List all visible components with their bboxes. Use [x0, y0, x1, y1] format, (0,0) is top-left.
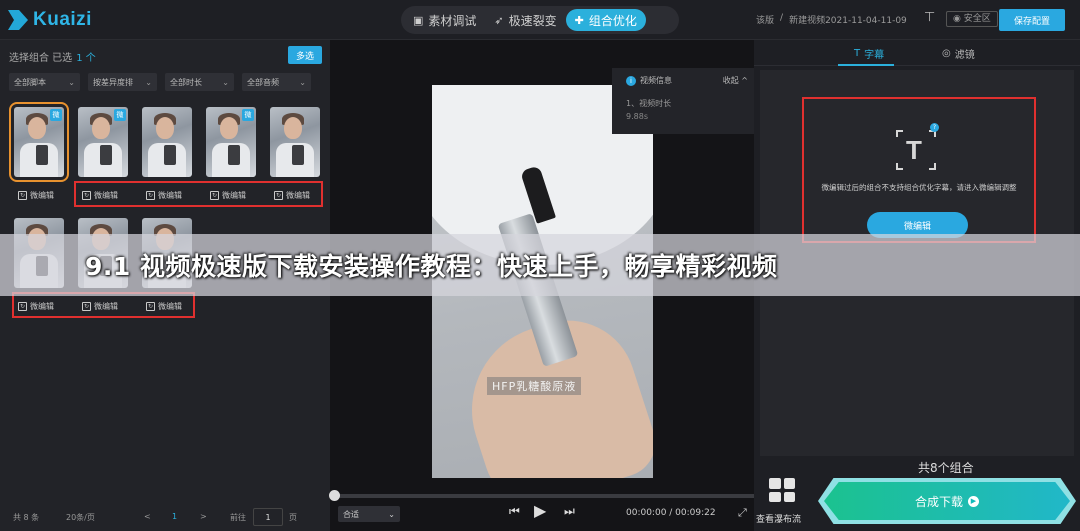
rocket-icon: ➶ [494, 13, 504, 27]
fullscreen-icon[interactable]: ⤢ [738, 506, 747, 520]
combination-thumbnail[interactable]: 微 [9, 102, 69, 182]
edit-icon: ↻ [18, 190, 27, 200]
goto-label: 前往 [230, 513, 246, 522]
filter-icon: ◎ [942, 48, 951, 59]
next-page-button[interactable]: > [200, 512, 207, 521]
mode-tab-fission[interactable]: ➶ 极速裂变 [485, 9, 565, 31]
selection-status: 选择组合 已选 1 个 [9, 49, 96, 64]
combination-thumbnail[interactable]: 微 [78, 107, 128, 177]
filter-label: 全部脚本 [14, 77, 46, 87]
video-subtitle: HFP乳糖酸原液 [487, 377, 582, 395]
chevron-down-icon: ⌄ [388, 509, 395, 519]
video-info-panel: i 视频信息 收起 ^ 1、视频时长 9.88s [612, 68, 754, 134]
combination-thumbnail[interactable] [270, 107, 320, 177]
selection-count: 1 个 [76, 53, 96, 64]
page-size-select[interactable]: 20条/页 [66, 512, 95, 523]
download-label: 合成下载 [914, 494, 963, 509]
breadcrumb-root[interactable]: 该版 [756, 13, 774, 26]
pin-icon[interactable]: ⊤ [924, 10, 935, 25]
tab-filter[interactable]: ◎ 滤镜 [942, 46, 975, 61]
waterfall-view-button[interactable]: 查看瀑布流 [756, 512, 801, 525]
micro-edit-link[interactable]: ↻ 微编辑 [18, 188, 54, 202]
combination-count: 共8个组合 [918, 461, 974, 475]
total-count: 共 8 条 [13, 513, 40, 522]
app-name: Kuaizi [33, 9, 92, 30]
collapse-button[interactable]: 收起 ^ [723, 75, 748, 86]
next-icon[interactable]: ⏭ [564, 504, 575, 519]
duration-filter[interactable]: 全部时长 ⌄ [165, 73, 234, 91]
subtitle-placeholder-icon: T ? [896, 123, 939, 170]
tab-subtitle[interactable]: T 字幕 [854, 46, 884, 61]
app-logo[interactable]: Kuaizi [8, 9, 92, 31]
info-duration-label: 1、视频时长 [626, 99, 672, 108]
filter-bar: 全部脚本 ⌄ 按差异度排 ⌄ 全部时长 ⌄ 全部音频 ⌄ [9, 73, 311, 91]
progress-handle[interactable] [329, 490, 340, 501]
arrow-right-icon: ▶ [968, 495, 979, 507]
eye-icon: ◉ [953, 14, 964, 24]
breadcrumb: 该版 / 新建视频2021-11-04-11-09 [756, 13, 907, 26]
goto-page-input[interactable]: 1 [253, 508, 283, 526]
compose-download-button[interactable]: 合成下载 ▶ [824, 482, 1070, 520]
save-config-button[interactable]: 保存配置 [999, 9, 1065, 31]
page-unit: 页 [289, 513, 297, 522]
filter-label: 全部音频 [247, 77, 279, 87]
top-bar: Kuaizi ▣ 素材调试 ➶ 极速裂变 ✚ 组合优化 该版 / 新建视频202… [0, 0, 1080, 40]
text-icon: T [854, 48, 861, 59]
active-tab-indicator [838, 64, 894, 66]
film-icon: ▣ [413, 13, 424, 27]
progress-bar[interactable] [329, 490, 754, 501]
mode-label: 极速裂变 [508, 13, 557, 28]
micro-edit-label: 微编辑 [30, 190, 54, 200]
mode-switcher: ▣ 素材调试 ➶ 极速裂变 ✚ 组合优化 [401, 6, 679, 34]
previous-icon[interactable]: ⏮ [509, 504, 520, 519]
selection-label: 选择组合 已选 [9, 53, 73, 64]
play-icon[interactable]: ▶ [534, 501, 546, 520]
mode-tab-optimize[interactable]: ✚ 组合优化 [565, 9, 646, 31]
info-duration-value: 9.88s [626, 112, 648, 121]
tab-label: 字幕 [864, 50, 885, 61]
banner-title: 9.1 视频极速版下载安装操作教程：快速上手，畅享精彩视频 [85, 252, 778, 281]
info-title: 视频信息 [640, 76, 672, 85]
playback-time: 00:00:00 / 00:09:22 [626, 508, 716, 518]
micro-badge: 微 [114, 109, 126, 121]
breadcrumb-current: 新建视频2021-11-04-11-09 [789, 16, 907, 26]
audio-filter[interactable]: 全部音频 ⌄ [242, 73, 311, 91]
chevron-down-icon: ⌄ [145, 77, 152, 87]
waterfall-icon[interactable] [769, 478, 795, 502]
mode-label: 素材调试 [428, 13, 477, 28]
fit-label: 合适 [343, 509, 359, 519]
mode-label: 组合优化 [588, 13, 637, 28]
combination-thumbnail[interactable]: 微 [206, 107, 256, 177]
prev-page-button[interactable]: < [144, 512, 151, 521]
combination-thumbnail[interactable] [142, 107, 192, 177]
help-icon[interactable]: ? [930, 123, 939, 132]
mode-tab-material[interactable]: ▣ 素材调试 [404, 9, 485, 31]
filter-label: 全部时长 [170, 77, 202, 87]
micro-badge: 微 [50, 109, 62, 121]
kuaizi-logo-icon [8, 10, 28, 30]
combine-icon: ✚ [574, 13, 584, 27]
chevron-down-icon: ⌄ [68, 77, 75, 87]
current-page[interactable]: 1 [172, 512, 177, 521]
sort-filter[interactable]: 按差异度排 ⌄ [88, 73, 157, 91]
multi-select-button[interactable]: 多选 [288, 46, 322, 64]
chevron-down-icon: ⌄ [299, 77, 306, 87]
micro-badge: 微 [242, 109, 254, 121]
breadcrumb-separator: / [780, 13, 784, 23]
tab-label: 滤镜 [954, 50, 975, 61]
style-tabs: T 字幕 ◎ 滤镜 [754, 40, 1080, 66]
info-icon: i [626, 75, 636, 86]
pagination: 共 8 条 20条/页 < 1 > 前往 1 页 [0, 503, 330, 531]
script-filter[interactable]: 全部脚本 ⌄ [9, 73, 80, 91]
filter-label: 按差异度排 [93, 77, 133, 87]
chevron-down-icon: ⌄ [222, 77, 229, 87]
highlight-box [74, 181, 323, 207]
safe-zone-toggle[interactable]: ◉ 安全区 [946, 11, 998, 27]
micro-edit-notice: 微编辑过后的组合不支持组合优化字幕，请进入微编辑调整 [821, 183, 1017, 192]
fit-select[interactable]: 合适 ⌄ [338, 506, 400, 522]
safe-zone-label: 安全区 [963, 14, 991, 24]
